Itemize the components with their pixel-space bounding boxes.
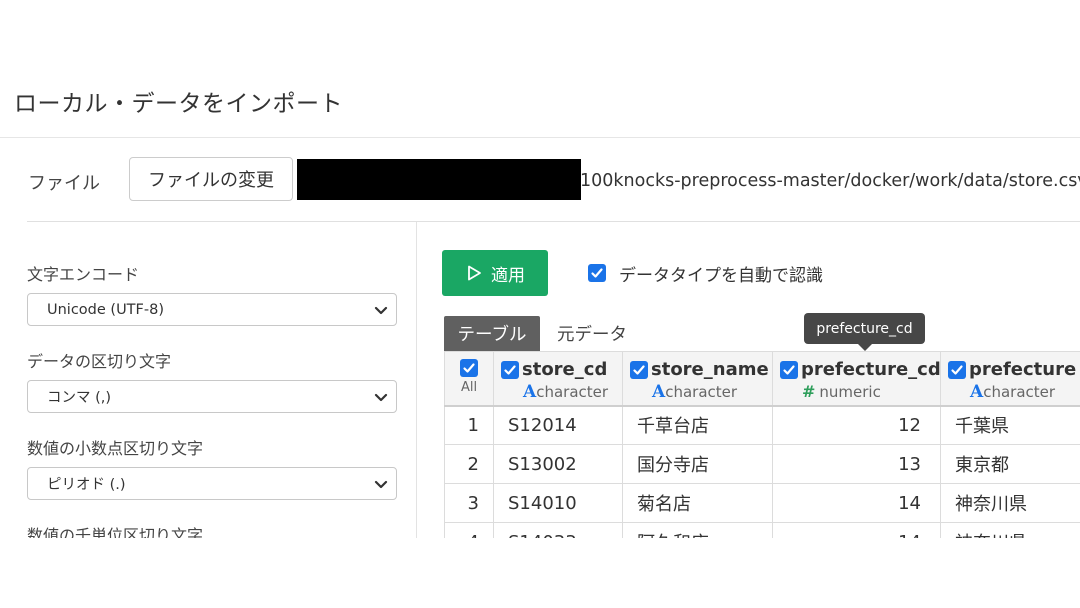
redacted-path-prefix <box>297 159 581 200</box>
delimiter-label: データの区切り文字 <box>27 352 172 371</box>
chevron-down-icon <box>374 480 388 489</box>
numeric-type-icon: # <box>802 382 816 401</box>
tab-table[interactable]: テーブル <box>444 316 540 351</box>
cell-prefecture: 千葉県 <box>940 405 1080 445</box>
cell-store-cd: S12014 <box>493 405 623 445</box>
auto-detect-label: データタイプを自動で認識 <box>619 266 823 286</box>
cell-store-name: 阿久和店 <box>622 522 773 538</box>
column-checkbox[interactable] <box>630 360 648 379</box>
character-type-icon: A <box>523 382 537 402</box>
header-store-cd[interactable]: store_cd Acharacter <box>493 351 623 407</box>
table-header-row: All store_cd Acharacter store_name Achar… <box>444 351 1080 407</box>
dialog-title: ローカル・データをインポート <box>14 91 343 117</box>
cell-store-cd: S14010 <box>493 483 623 523</box>
cell-store-cd: S14033 <box>493 522 623 538</box>
header-prefecture[interactable]: prefecture Acharacter <box>940 351 1080 407</box>
cell-prefecture: 東京都 <box>940 444 1080 484</box>
decimal-label: 数値の小数点区切り文字 <box>27 439 204 458</box>
row-index: 2 <box>444 444 494 484</box>
cell-store-name: 国分寺店 <box>622 444 773 484</box>
cell-prefecture-cd: 13 <box>772 444 941 484</box>
check-icon <box>783 364 795 375</box>
cell-prefecture-cd: 14 <box>772 522 941 538</box>
column-checkbox[interactable] <box>948 360 966 379</box>
title-divider <box>0 137 1080 138</box>
preview-table: All store_cd Acharacter store_name Achar… <box>444 351 1080 538</box>
change-file-button[interactable]: ファイルの変更 <box>129 157 293 201</box>
column-type[interactable]: Acharacter <box>630 382 772 402</box>
column-type[interactable]: Acharacter <box>948 382 1080 402</box>
cell-prefecture: 神奈川県 <box>940 483 1080 523</box>
table-row: 2 S13002 国分寺店 13 東京都 <box>444 444 1080 484</box>
cell-prefecture-cd: 14 <box>772 483 941 523</box>
cell-prefecture-cd: 12 <box>772 405 941 445</box>
cell-store-name: 千草台店 <box>622 405 773 445</box>
encoding-select[interactable]: Unicode (UTF-8) <box>27 293 397 326</box>
delimiter-value: コンマ (,) <box>47 390 112 406</box>
character-type-icon: A <box>652 382 666 402</box>
header-all: All <box>444 351 494 407</box>
header-prefecture-cd[interactable]: prefecture_cd # numeric <box>772 351 941 407</box>
apply-label: 適用 <box>491 265 525 286</box>
column-checkbox[interactable] <box>501 360 519 379</box>
column-type[interactable]: Acharacter <box>501 382 622 402</box>
auto-detect-checkbox[interactable] <box>588 264 606 282</box>
row-index: 1 <box>444 405 494 445</box>
all-label: All <box>460 379 478 395</box>
column-tooltip: prefecture_cd <box>804 313 925 351</box>
column-checkbox[interactable] <box>780 360 798 379</box>
decimal-value: ピリオド (.) <box>47 477 126 493</box>
import-dialog: ローカル・データをインポート ファイル ファイルの変更 100knocks-pr… <box>0 0 1080 608</box>
cell-store-name: 菊名店 <box>622 483 773 523</box>
thousands-label: 数値の千単位区切り文字 <box>27 526 204 538</box>
decimal-select[interactable]: ピリオド (.) <box>27 467 397 500</box>
column-name: prefecture_cd <box>801 359 941 380</box>
row-index: 4 <box>444 522 494 538</box>
check-icon <box>504 364 516 375</box>
tab-raw-data[interactable]: 元データ <box>545 316 639 351</box>
file-label: ファイル <box>28 173 100 194</box>
column-separator <box>416 222 417 538</box>
select-all-checkbox[interactable] <box>460 358 478 377</box>
chevron-down-icon <box>374 306 388 315</box>
file-path: 100knocks-preprocess-master/docker/work/… <box>580 171 1080 191</box>
cell-prefecture: 神奈川県 <box>940 522 1080 538</box>
cell-store-cd: S13002 <box>493 444 623 484</box>
column-name: prefecture <box>969 359 1077 380</box>
table-row: 3 S14010 菊名店 14 神奈川県 <box>444 483 1080 523</box>
chevron-down-icon <box>374 393 388 402</box>
check-icon <box>633 364 645 375</box>
character-type-icon: A <box>970 382 984 402</box>
delimiter-select[interactable]: コンマ (,) <box>27 380 397 413</box>
apply-button[interactable]: 適用 <box>442 250 548 296</box>
play-icon <box>468 265 481 281</box>
check-icon <box>951 364 963 375</box>
table-row: 4 S14033 阿久和店 14 神奈川県 <box>444 522 1080 538</box>
encoding-value: Unicode (UTF-8) <box>47 301 164 318</box>
column-name: store_name <box>651 359 769 380</box>
column-type[interactable]: # numeric <box>780 382 940 401</box>
options-panel: 文字エンコード Unicode (UTF-8) データの区切り文字 コンマ (,… <box>27 222 397 538</box>
check-icon <box>591 268 603 278</box>
table-row: 1 S12014 千草台店 12 千葉県 <box>444 405 1080 445</box>
row-index: 3 <box>444 483 494 523</box>
column-name: store_cd <box>522 359 608 380</box>
header-store-name[interactable]: store_name Acharacter <box>622 351 773 407</box>
encoding-label: 文字エンコード <box>27 265 140 284</box>
check-icon <box>463 362 475 373</box>
